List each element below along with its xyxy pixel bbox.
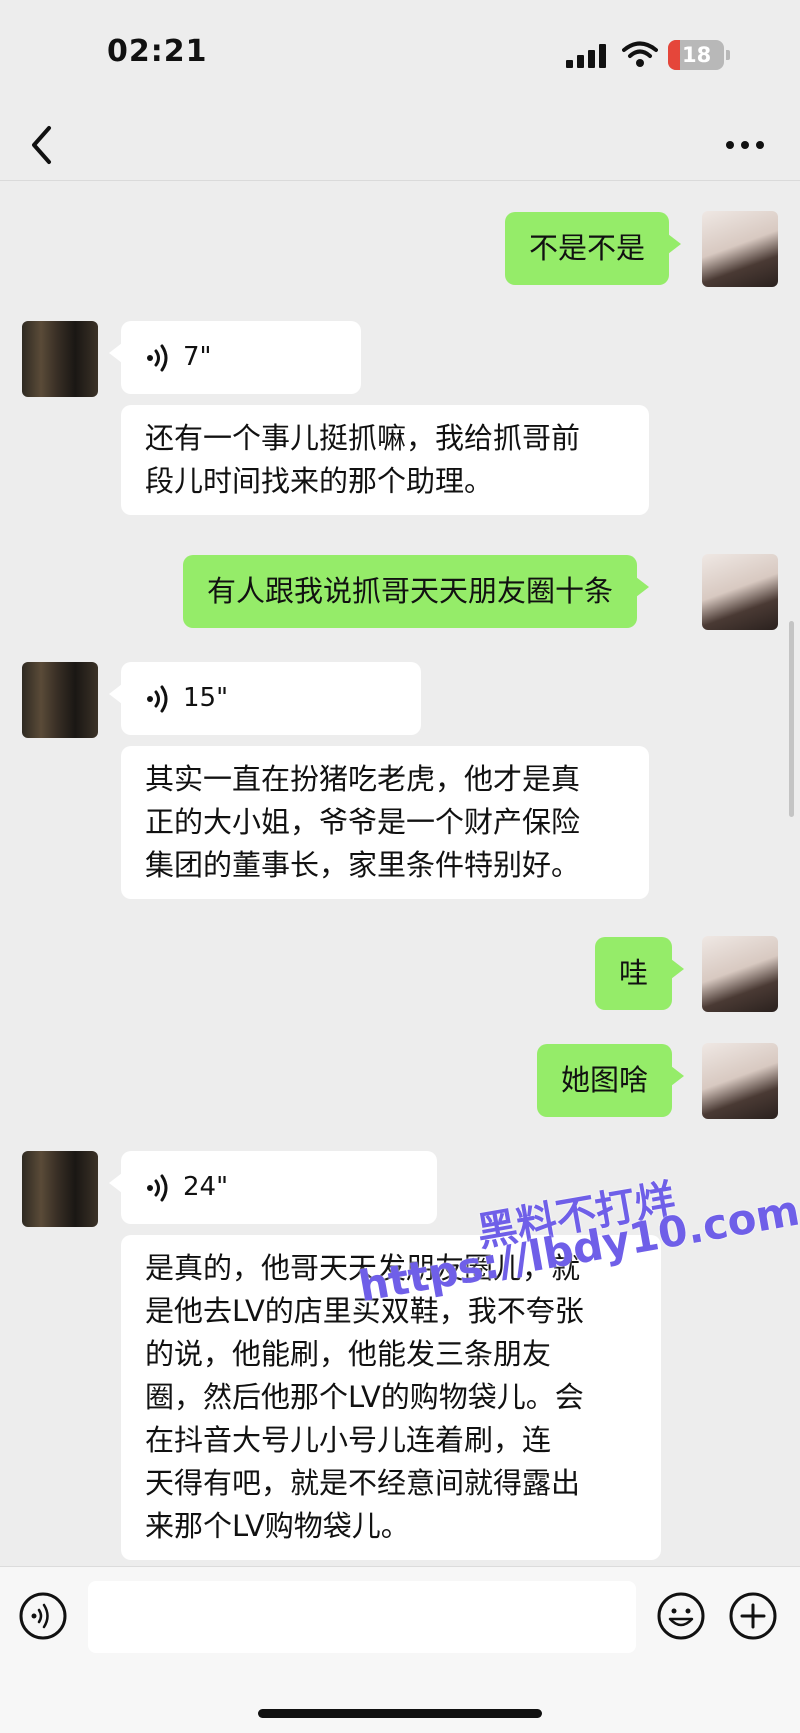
chevron-left-icon[interactable] xyxy=(22,124,62,166)
self-avatar[interactable] xyxy=(702,936,778,1012)
message-line: 正的大小姐，爷爷是一个财产保险 xyxy=(145,805,581,839)
message-bubble-incoming[interactable]: 还有一个事儿挺抓嘛，我给抓哥前 段儿时间找来的那个助理。 xyxy=(121,405,649,515)
voice-duration: 15" xyxy=(183,683,229,713)
message-bubble-outgoing[interactable]: 有人跟我说抓哥天天朋友圈十条 xyxy=(183,555,650,628)
message-line: 还有一个事儿挺抓嘛，我给抓哥前 xyxy=(145,421,581,455)
message-bubble-incoming[interactable]: 其实一直在扮猪吃老虎，他才是真 正的大小姐，爷爷是一个财产保险 集团的董事长，家… xyxy=(121,746,649,899)
voice-duration: 7" xyxy=(183,342,212,372)
contact-avatar[interactable] xyxy=(22,321,98,397)
chat-header xyxy=(0,110,800,181)
message-line: 集团的董事长，家里条件特别好。 xyxy=(145,848,581,882)
plus-icon[interactable] xyxy=(728,1591,778,1641)
battery-level: 18 xyxy=(682,43,712,67)
message-bubble-outgoing[interactable]: 哇 xyxy=(595,937,685,1010)
message-line: 段儿时间找来的那个助理。 xyxy=(145,464,494,498)
status-bar: 02:21 18 xyxy=(0,0,800,110)
status-time: 02:21 xyxy=(107,34,208,69)
self-avatar[interactable] xyxy=(702,1043,778,1119)
self-avatar[interactable] xyxy=(702,211,778,287)
message-list[interactable]: 不是不是 7" 还有一个事儿挺抓嘛，我给抓哥前 段儿时间找来的那个助理。 有人跟… xyxy=(0,181,800,1566)
message-bubble-outgoing[interactable]: 不是不是 xyxy=(505,212,682,285)
message-line: 在抖音大号儿小号儿连着刷，连 xyxy=(145,1423,552,1457)
home-indicator xyxy=(258,1709,542,1718)
message-line: 其实一直在扮猪吃老虎，他才是真 xyxy=(145,762,581,796)
contact-avatar[interactable] xyxy=(22,662,98,738)
message-line: 来那个LV购物袋儿。 xyxy=(145,1509,410,1543)
message-text: 有人跟我说抓哥天天朋友圈十条 xyxy=(207,574,614,608)
voice-message-bubble[interactable]: 15" xyxy=(109,662,421,735)
voice-wave-icon xyxy=(147,1174,168,1201)
wifi-icon xyxy=(622,41,658,67)
message-text: 不是不是 xyxy=(529,231,646,265)
message-text: 她图啥 xyxy=(561,1063,649,1097)
voice-message-bubble[interactable]: 7" xyxy=(109,321,361,394)
cellular-signal-icon xyxy=(566,44,610,68)
battery-cap xyxy=(726,50,730,60)
message-bubble-outgoing[interactable]: 她图啥 xyxy=(537,1044,685,1117)
message-line: 天得有吧，就是不经意间就得露出 xyxy=(145,1466,581,1500)
self-avatar[interactable] xyxy=(702,554,778,630)
voice-toggle-icon[interactable] xyxy=(18,1591,68,1641)
input-bar xyxy=(0,1566,800,1733)
voice-wave-icon xyxy=(147,685,168,712)
message-line: 的说，他能刷，他能发三条朋友 xyxy=(145,1337,552,1371)
message-text: 哇 xyxy=(619,956,649,990)
contact-avatar[interactable] xyxy=(22,1151,98,1227)
voice-message-bubble[interactable]: 24" xyxy=(109,1151,437,1224)
message-input[interactable] xyxy=(88,1581,636,1653)
emoji-icon[interactable] xyxy=(656,1591,706,1641)
message-line: 圈，然后他那个LV的购物袋儿。会 xyxy=(145,1380,584,1414)
scrollbar[interactable] xyxy=(789,621,794,817)
more-horizontal-icon[interactable] xyxy=(720,128,770,162)
voice-wave-icon xyxy=(147,344,168,371)
battery-icon: 18 xyxy=(668,40,724,70)
voice-duration: 24" xyxy=(183,1172,229,1202)
